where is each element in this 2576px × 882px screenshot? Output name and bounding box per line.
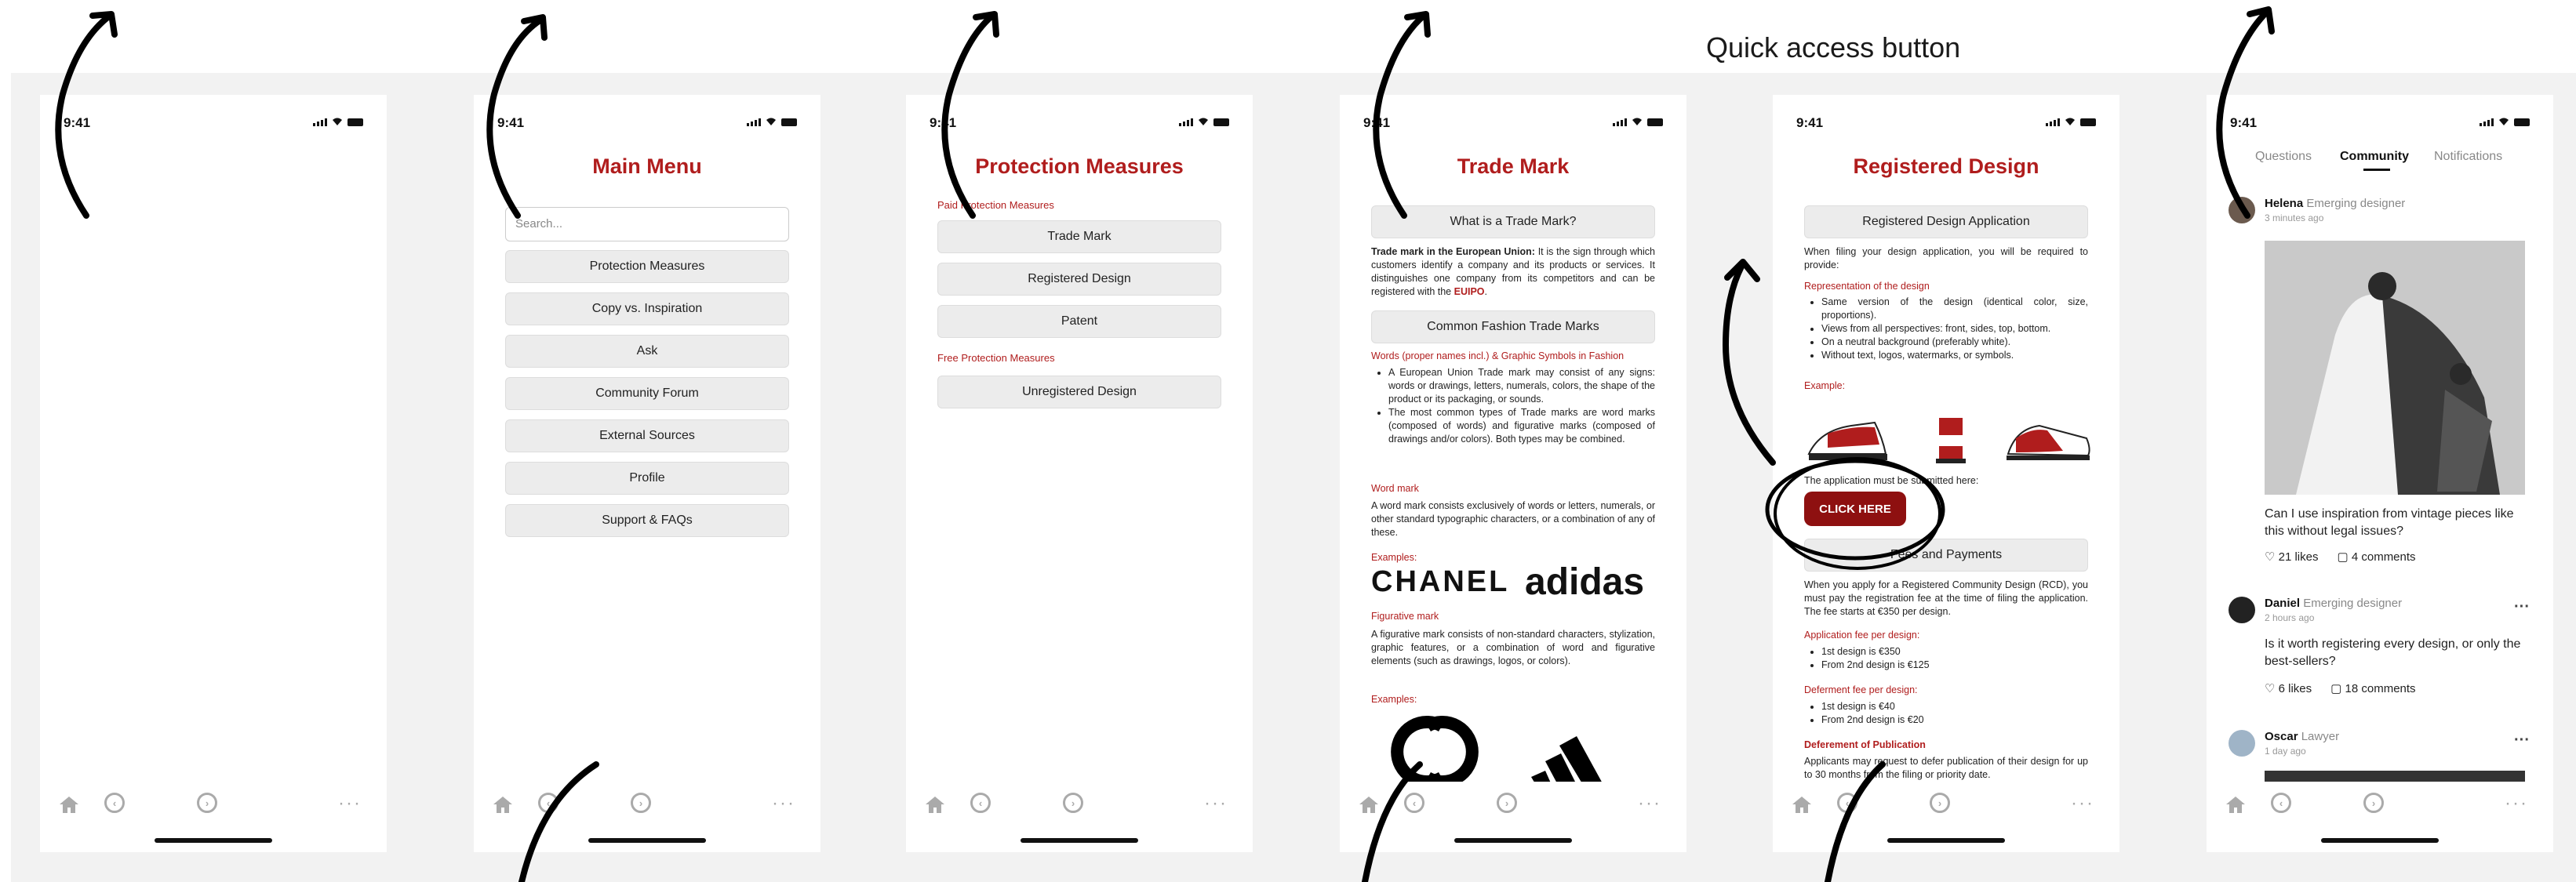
annotation-arrows [55, 6, 2275, 882]
